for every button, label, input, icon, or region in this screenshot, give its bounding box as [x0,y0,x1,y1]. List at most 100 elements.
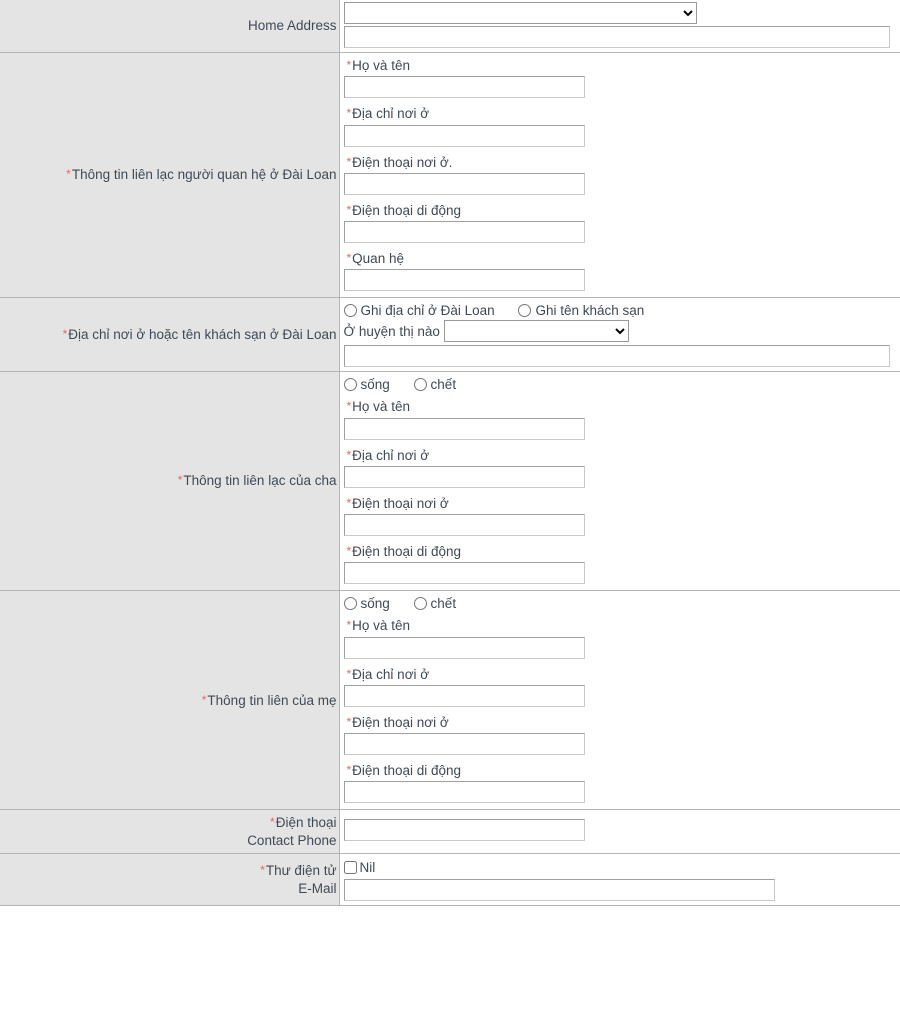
home-address-input[interactable] [343,26,890,48]
row-father-contact: *Thông tin liên lạc của cha sống chết *H… [0,371,900,591]
label-taiwan-address: *Địa chỉ nơi ở hoặc tên khách sạn ở Đài … [0,297,340,372]
sublabel-mother-home-phone: *Điện thoại nơi ở [344,711,900,732]
sublabel-father-mobile-text: Điện thoại di động [352,544,462,560]
radio-option-father-dead[interactable]: chết [413,377,457,393]
sublabel-taiwan-contact-home-phone: *Điện thoại nơi ở. [344,151,900,172]
label-mother-contact: *Thông tin liên của mẹ [0,590,340,810]
sublabel-mother-name: *Họ và tên [344,614,900,635]
radio-taiwan-address-label: Ghi địa chỉ ở Đài Loan [360,303,495,319]
sublabel-taiwan-contact-mobile: *Điện thoại di động [344,199,900,220]
label-taiwan-contact-text: Thông tin liên lạc người quan hệ ở Đài L… [71,167,337,183]
label-home-address-text: Home Address [247,18,337,34]
sublabel-father-name: *Họ và tên [344,395,900,416]
radio-option-mother-alive[interactable]: sống [343,596,394,612]
father-address-input[interactable] [343,465,585,488]
mother-name-input[interactable] [343,636,585,659]
sublabel-father-home-phone: *Điện thoại nơi ở [344,492,900,513]
mother-status-radio-group: sống chết [340,591,900,613]
label-email-vi: Thư điện tử [265,863,337,879]
taiwan-contact-relation-input[interactable] [343,269,585,292]
field-email: Nil [339,853,900,906]
home-address-select[interactable] [343,2,697,24]
radio-option-taiwan-hotel[interactable]: Ghi tên khách sạn [518,303,644,318]
sublabel-mother-address-text: Địa chỉ nơi ở [352,666,430,682]
radio-taiwan-hotel[interactable] [518,304,532,318]
mother-home-phone-input[interactable] [343,733,585,756]
radio-taiwan-address[interactable] [343,304,357,318]
row-mother-contact: *Thông tin liên của mẹ sống chết *Họ và … [0,590,900,810]
field-mother-contact: sống chết *Họ và tên *Địa chỉ nơi ở *Điệ… [339,590,900,810]
radio-father-dead-label: chết [430,377,457,393]
taiwan-address-type-radio-group: Ghi địa chỉ ở Đài Loan Ghi tên khách sạn [340,298,900,320]
label-email: *Thư điện tử E-Mail [0,853,340,906]
father-mobile-input[interactable] [343,562,585,585]
label-contact-phone: *Điện thoại Contact Phone [0,809,340,854]
row-home-address: Home Address [0,0,900,53]
form-page: Home Address *Thông tin liên lạc người q… [0,0,900,1035]
taiwan-county-label: Ở huyện thị nào [343,323,440,339]
label-father-contact: *Thông tin liên lạc của cha [0,371,340,591]
radio-mother-alive[interactable] [343,597,357,611]
taiwan-contact-home-phone-input[interactable] [343,172,585,195]
label-home-address: Home Address [0,0,340,53]
sublabel-mother-mobile-text: Điện thoại di động [352,763,462,779]
sublabel-taiwan-contact-name: *Họ và tên [344,54,900,75]
label-taiwan-contact: *Thông tin liên lạc người quan hệ ở Đài … [0,52,340,298]
checkbox-option-email-nil[interactable]: Nil [343,860,376,876]
sublabel-taiwan-contact-relation-text: Quan hệ [352,251,404,267]
field-taiwan-contact: *Họ và tên *Địa chỉ nơi ở *Điện thoại nơ… [339,52,900,298]
radio-father-alive[interactable] [343,378,357,392]
label-taiwan-address-text: Địa chỉ nơi ở hoặc tên khách sạn ở Đài L… [68,326,337,342]
radio-father-alive-label: sống [360,377,390,393]
label-contact-phone-vi: Điện thoại [275,815,337,831]
sublabel-father-address: *Địa chỉ nơi ở [344,444,900,465]
sublabel-father-name-text: Họ và tên [352,399,410,415]
sublabel-father-mobile: *Điện thoại di động [344,540,900,561]
row-email: *Thư điện tử E-Mail Nil [0,853,900,906]
sublabel-mother-home-phone-text: Điện thoại nơi ở [352,714,449,730]
label-contact-phone-en: Contact Phone [247,832,337,848]
sublabel-father-home-phone-text: Điện thoại nơi ở [352,495,449,511]
email-input[interactable] [343,879,775,902]
sublabel-father-address-text: Địa chỉ nơi ở [352,447,430,463]
checkbox-email-nil-label: Nil [359,860,376,876]
sublabel-taiwan-contact-name-text: Họ và tên [352,58,410,73]
father-name-input[interactable] [343,417,585,440]
taiwan-county-select[interactable] [443,320,629,343]
mother-mobile-input[interactable] [343,781,585,804]
field-contact-phone [339,809,900,854]
sublabel-taiwan-contact-relation: *Quan hệ [344,247,900,268]
sublabel-taiwan-contact-address: *Địa chỉ nơi ở [344,102,900,123]
taiwan-contact-mobile-input[interactable] [343,221,585,244]
row-taiwan-address: *Địa chỉ nơi ở hoặc tên khách sạn ở Đài … [0,297,900,372]
label-email-en: E-Mail [298,880,337,896]
sublabel-mother-mobile: *Điện thoại di động [344,759,900,780]
mother-address-input[interactable] [343,684,585,707]
radio-option-taiwan-address[interactable]: Ghi địa chỉ ở Đài Loan [343,303,499,319]
field-home-address [339,0,900,53]
row-contact-phone: *Điện thoại Contact Phone [0,809,900,854]
taiwan-contact-name-input[interactable] [343,76,585,99]
sublabel-taiwan-contact-address-text: Địa chỉ nơi ở [352,106,430,122]
sublabel-taiwan-contact-home-phone-text: Điện thoại nơi ở. [352,154,453,170]
sublabel-taiwan-contact-mobile-text: Điện thoại di động [352,202,462,218]
label-father-contact-text: Thông tin liên lạc của cha [183,473,337,489]
checkbox-email-nil[interactable] [343,861,357,875]
radio-mother-dead[interactable] [413,597,427,611]
radio-option-mother-dead[interactable]: chết [413,596,457,612]
email-nil-row: Nil [340,854,900,878]
sublabel-mother-address: *Địa chỉ nơi ở [344,663,900,684]
taiwan-county-row: Ở huyện thị nào [340,320,900,344]
taiwan-address-input[interactable] [343,345,890,368]
radio-taiwan-hotel-label: Ghi tên khách sạn [535,303,645,319]
radio-father-dead[interactable] [413,378,427,392]
taiwan-contact-address-input[interactable] [343,124,585,147]
field-taiwan-address: Ghi địa chỉ ở Đài Loan Ghi tên khách sạn… [339,297,900,372]
contact-phone-input[interactable] [343,819,585,842]
father-home-phone-input[interactable] [343,514,585,537]
personal-information-form: Home Address *Thông tin liên lạc người q… [0,0,900,906]
sublabel-mother-name-text: Họ và tên [352,618,410,634]
radio-mother-alive-label: sống [360,596,390,612]
radio-option-father-alive[interactable]: sống [343,377,394,393]
radio-mother-dead-label: chết [430,596,457,612]
